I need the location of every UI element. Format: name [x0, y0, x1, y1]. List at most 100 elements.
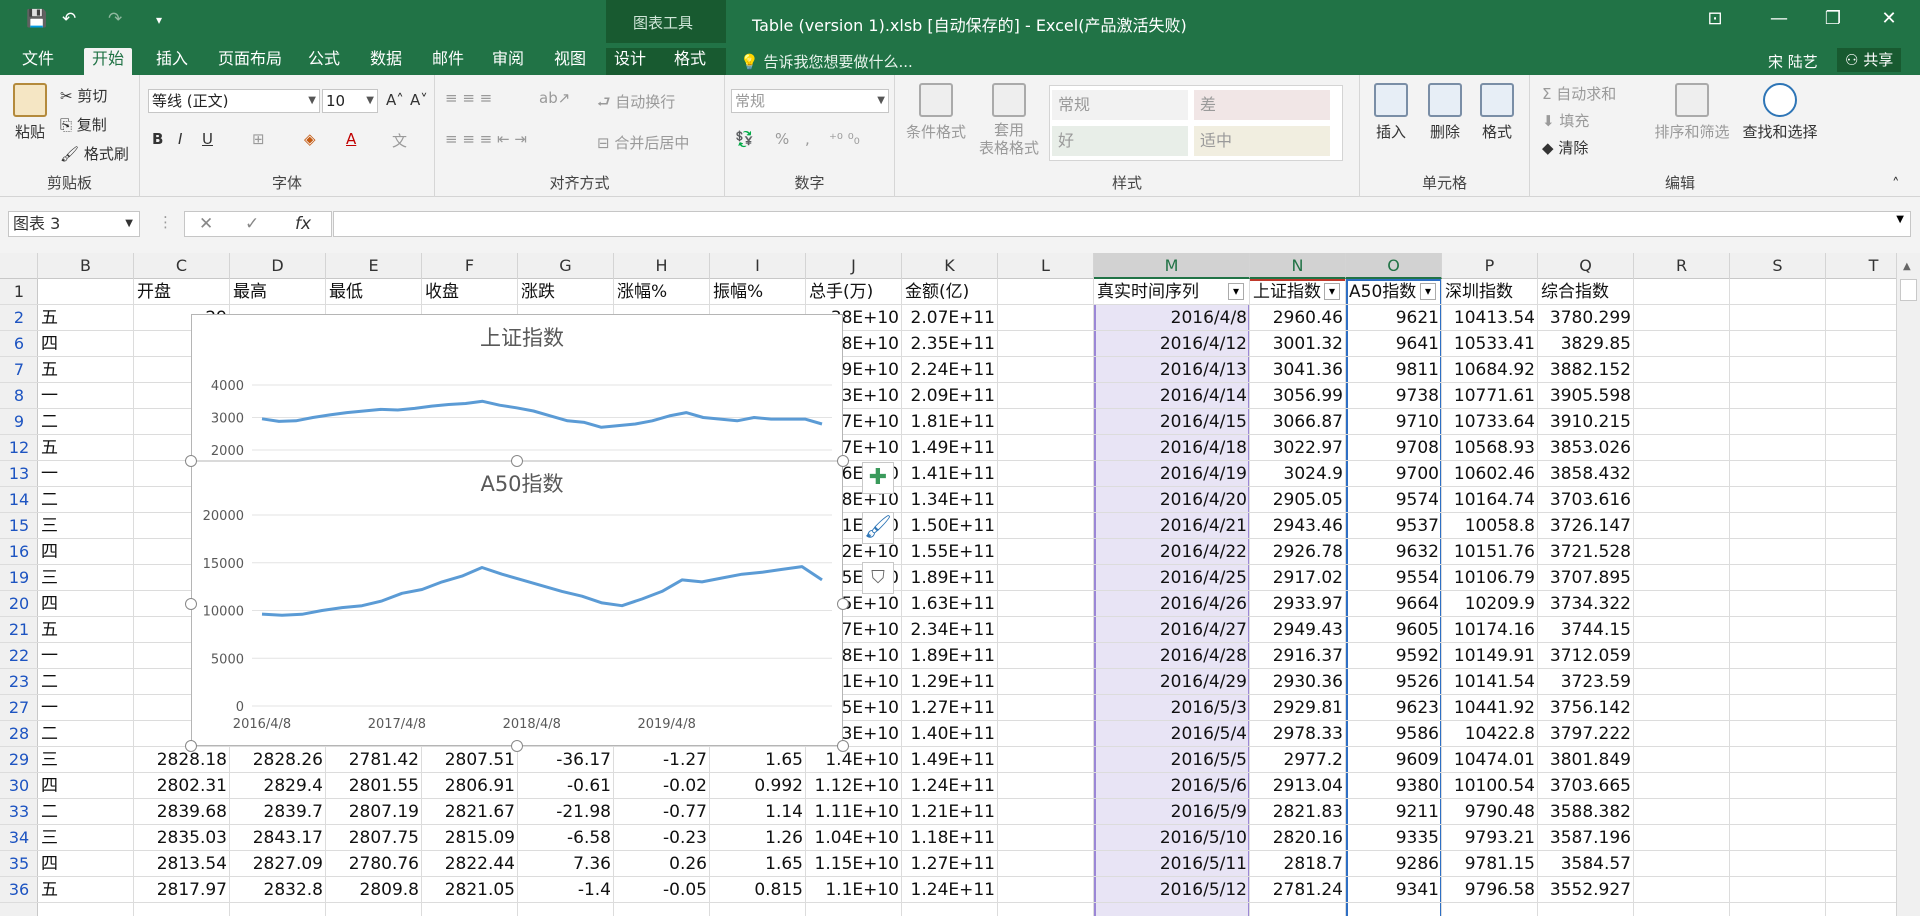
cell-c[interactable]: 2802.31 — [134, 773, 230, 799]
tab-view[interactable]: 视图 — [546, 48, 594, 75]
resize-handle[interactable] — [185, 598, 197, 610]
row-header[interactable]: 21 — [0, 617, 38, 643]
cell-g[interactable]: -0.61 — [518, 773, 614, 799]
cell-k[interactable]: 1.27E+11 — [902, 851, 998, 877]
cell-q[interactable]: 3723.59 — [1538, 669, 1634, 695]
cell-k[interactable]: 2.07E+11 — [902, 305, 998, 331]
cell-q[interactable]: 3721.528 — [1538, 539, 1634, 565]
cell-o[interactable]: 9623 — [1346, 695, 1442, 721]
cell-h[interactable]: -0.05 — [614, 877, 710, 903]
resize-handle[interactable] — [837, 455, 849, 467]
row-header[interactable]: 16 — [0, 539, 38, 565]
cell-f[interactable]: 收盘 — [422, 279, 518, 305]
cell-n[interactable]: 2933.97 — [1250, 591, 1346, 617]
style-neutral[interactable]: 适中 — [1194, 126, 1330, 156]
cell-k[interactable]: 1.55E+11 — [902, 539, 998, 565]
cell-i[interactable]: 1.65 — [710, 851, 806, 877]
row-header[interactable]: 13 — [0, 461, 38, 487]
column-header-f[interactable]: F — [422, 253, 518, 279]
cell-o[interactable]: 9621 — [1346, 305, 1442, 331]
cell-n[interactable]: 2781.24 — [1250, 877, 1346, 903]
cell-j[interactable]: 1.12E+10 — [806, 773, 902, 799]
cell-m[interactable]: 2016/4/28 — [1094, 643, 1250, 669]
cell-q[interactable]: 3801.849 — [1538, 747, 1634, 773]
cell-n[interactable]: 3024.9 — [1250, 461, 1346, 487]
cell-c[interactable]: 2835.03 — [134, 825, 230, 851]
cell-p[interactable]: 10733.64 — [1442, 409, 1538, 435]
cell-b[interactable]: 四 — [38, 539, 134, 565]
cell-m[interactable]: 2016/4/27 — [1094, 617, 1250, 643]
cut-button[interactable]: ✂ 剪切 — [60, 85, 107, 106]
cell-q[interactable]: 3797.222 — [1538, 721, 1634, 747]
column-header-e[interactable]: E — [326, 253, 422, 279]
cell-o[interactable]: 9286 — [1346, 851, 1442, 877]
column-header-d[interactable]: D — [230, 253, 326, 279]
row-header[interactable]: 7 — [0, 357, 38, 383]
cell-c[interactable]: 开盘 — [134, 279, 230, 305]
cell-b[interactable]: 三 — [38, 747, 134, 773]
cell-k[interactable]: 2.35E+11 — [902, 331, 998, 357]
cell-p[interactable]: 10422.8 — [1442, 721, 1538, 747]
cell-m[interactable]: 2016/5/3 — [1094, 695, 1250, 721]
cell-q[interactable]: 3744.15 — [1538, 617, 1634, 643]
cell-b[interactable]: 二 — [38, 409, 134, 435]
fill-button[interactable]: ⬇ 填充 — [1542, 110, 1589, 131]
vertical-scrollbar[interactable]: ▲ — [1896, 253, 1920, 916]
cell-h[interactable]: -1.27 — [614, 747, 710, 773]
cell-p[interactable]: 9793.21 — [1442, 825, 1538, 851]
cell-o[interactable]: 9700 — [1346, 461, 1442, 487]
cell-q[interactable]: 3882.152 — [1538, 357, 1634, 383]
cell-g[interactable]: 涨跌 — [518, 279, 614, 305]
cell-m[interactable]: 2016/4/15 — [1094, 409, 1250, 435]
cell-p[interactable]: 10149.91 — [1442, 643, 1538, 669]
resize-handle[interactable] — [185, 740, 197, 752]
row-header[interactable]: 23 — [0, 669, 38, 695]
cell-f[interactable]: 2821.67 — [422, 799, 518, 825]
row-header[interactable]: 33 — [0, 799, 38, 825]
grow-font-icon[interactable]: A˄ — [386, 91, 404, 109]
cell-k[interactable]: 2.34E+11 — [902, 617, 998, 643]
cell-j[interactable]: 1.4E+10 — [806, 747, 902, 773]
wrap-text-button[interactable]: ⮐ 自动换行 — [597, 91, 675, 117]
cell-p[interactable]: 深圳指数 — [1442, 279, 1538, 305]
cell-e[interactable]: 2807.75 — [326, 825, 422, 851]
column-header-l[interactable]: L — [998, 253, 1094, 279]
cell-n[interactable]: 2916.37 — [1250, 643, 1346, 669]
cell-e[interactable]: 2801.55 — [326, 773, 422, 799]
row-header[interactable]: 8 — [0, 383, 38, 409]
cell-b[interactable]: 三 — [38, 513, 134, 539]
cell-j[interactable]: 总手(万) — [806, 279, 902, 305]
cell-n[interactable]: 2978.33 — [1250, 721, 1346, 747]
cell-o[interactable]: 9609 — [1346, 747, 1442, 773]
cell-n[interactable]: 3022.97 — [1250, 435, 1346, 461]
cell-k[interactable]: 1.34E+11 — [902, 487, 998, 513]
column-header-m[interactable]: M — [1094, 253, 1250, 279]
cell-d[interactable]: 2843.17 — [230, 825, 326, 851]
filter-dropdown-icon[interactable]: ▾ — [1324, 283, 1340, 300]
cell-b[interactable]: 五 — [38, 877, 134, 903]
chart-filters-icon[interactable]: ⛉ — [862, 562, 894, 594]
cancel-icon[interactable]: ✕ — [199, 214, 213, 234]
borders-icon[interactable]: ⊞ — [252, 130, 265, 148]
cell-p[interactable]: 10174.16 — [1442, 617, 1538, 643]
tab-design[interactable]: 设计 — [606, 48, 666, 75]
cell-n[interactable]: 2960.46 — [1250, 305, 1346, 331]
phonetic-icon[interactable]: 文 — [392, 130, 407, 151]
collapse-ribbon-icon[interactable]: ˄ — [1892, 175, 1900, 193]
cell-b[interactable]: 一 — [38, 643, 134, 669]
cell-f[interactable]: 2815.09 — [422, 825, 518, 851]
cell-p[interactable]: 9790.48 — [1442, 799, 1538, 825]
cell-p[interactable]: 10684.92 — [1442, 357, 1538, 383]
cell-o[interactable]: 9335 — [1346, 825, 1442, 851]
cell-m[interactable]: 2016/5/5 — [1094, 747, 1250, 773]
cell-d[interactable]: 2839.7 — [230, 799, 326, 825]
cell-m[interactable]: 2016/5/10 — [1094, 825, 1250, 851]
tab-formulas[interactable]: 公式 — [300, 48, 348, 75]
cell-i[interactable]: 1.14 — [710, 799, 806, 825]
currency-icon[interactable]: 💱 — [735, 130, 754, 148]
tab-format[interactable]: 格式 — [666, 48, 726, 75]
row-header[interactable]: 27 — [0, 695, 38, 721]
cell-m[interactable]: 2016/5/11 — [1094, 851, 1250, 877]
cell-d[interactable]: 2829.4 — [230, 773, 326, 799]
column-header-h[interactable]: H — [614, 253, 710, 279]
